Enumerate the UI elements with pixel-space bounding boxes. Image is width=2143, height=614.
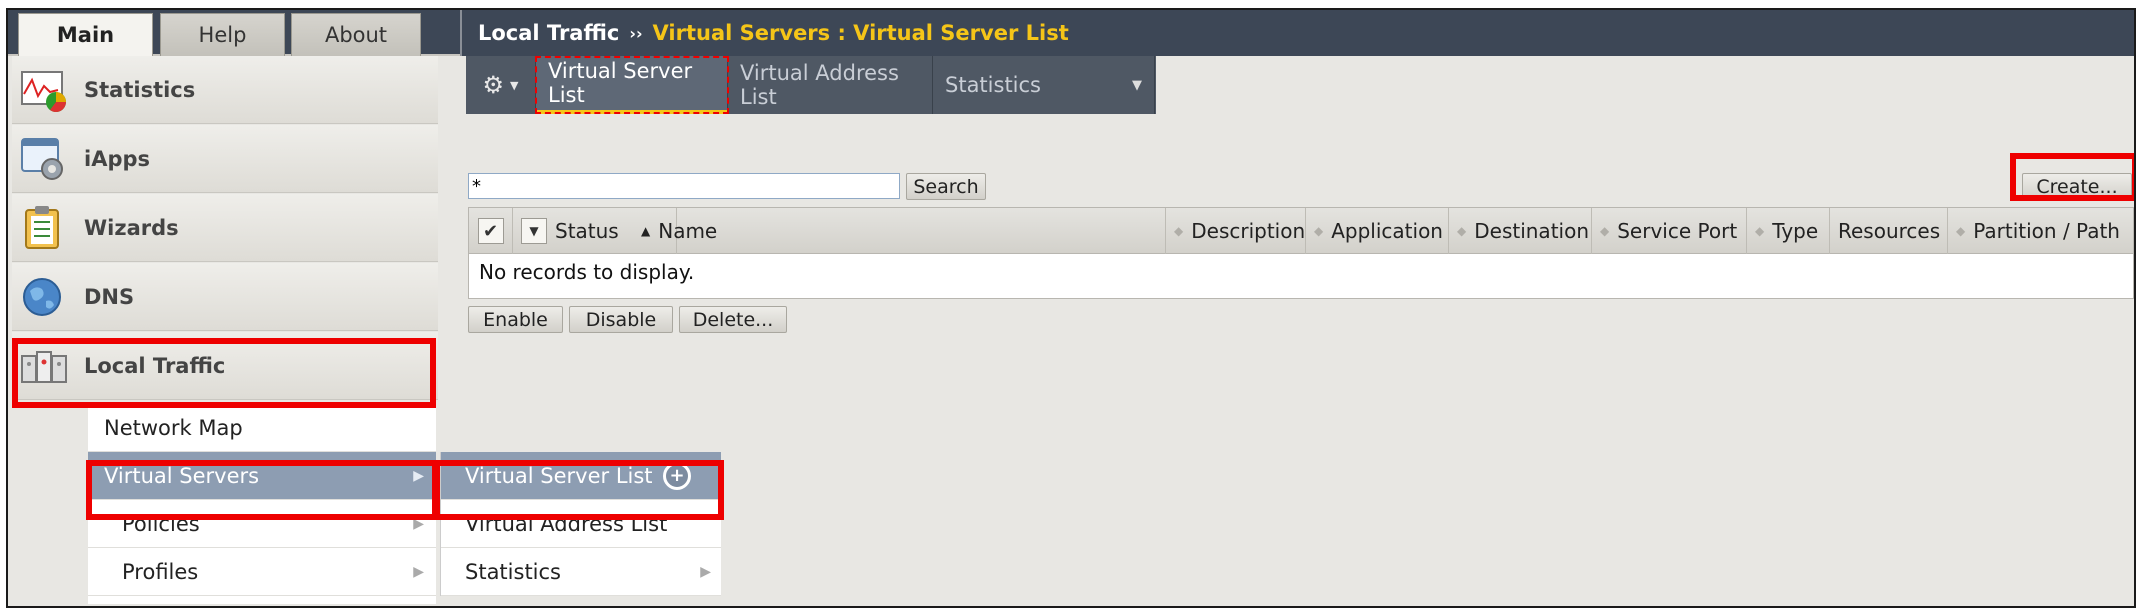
flyout-item-statistics[interactable]: Statistics ▶ (441, 548, 721, 596)
column-header-label: Name (658, 219, 718, 243)
caret-down-icon: ▼ (510, 78, 519, 92)
chevron-right-icon: ▶ (413, 563, 424, 580)
statistics-chart-icon (20, 66, 68, 114)
table-header: ✔ ▼ Status ▲ Name ◆ Description ◆ Applic… (469, 208, 2133, 254)
sort-icon: ◆ (1174, 224, 1184, 238)
submenu-label: Network Map (104, 415, 243, 440)
disable-button[interactable]: Disable (569, 306, 673, 333)
sidebar-label: Local Traffic (84, 353, 226, 378)
breadcrumb-root[interactable]: Local Traffic (478, 21, 619, 45)
chevron-right-icon: ▶ (413, 515, 424, 532)
column-header-description[interactable]: ◆ Description (1166, 208, 1306, 254)
column-header-application[interactable]: ◆ Application (1306, 208, 1449, 254)
submenu-item-virtual-servers[interactable]: Virtual Servers ▶ (88, 452, 436, 500)
create-button[interactable]: Create... (2022, 173, 2132, 200)
sort-icon: ◆ (1314, 224, 1324, 238)
empty-table-message: No records to display. (479, 260, 695, 284)
sidebar-item-local-traffic[interactable]: Local Traffic (12, 332, 438, 400)
submenu-item-network-map[interactable]: Network Map (88, 404, 436, 452)
column-header-label: Resources (1838, 219, 1941, 243)
sidebar: Statistics iApps Wizards DNS Local Traff… (8, 56, 721, 606)
virtual-servers-flyout: Virtual Server List + Virtual Address Li… (440, 452, 721, 596)
flyout-label: Virtual Address List (465, 511, 668, 536)
sidebar-label: DNS (84, 284, 135, 309)
subnav-tab-label: Virtual Address List (740, 61, 899, 109)
chevron-right-icon: ▶ (413, 467, 424, 484)
dropdown-arrow-icon: ▼ (1132, 77, 1142, 93)
virtual-server-table: ✔ ▼ Status ▲ Name ◆ Description ◆ Applic… (468, 207, 2134, 299)
column-header-service-port[interactable]: ◆ Service Port (1592, 208, 1747, 254)
enable-button[interactable]: Enable (468, 306, 563, 333)
sidebar-item-statistics[interactable]: Statistics (12, 56, 438, 124)
select-all-checkbox-cell: ✔ (469, 208, 513, 254)
breadcrumb: Local Traffic ›› Virtual Servers : Virtu… (460, 10, 2134, 56)
flyout-item-virtual-server-list[interactable]: Virtual Server List + (441, 452, 721, 500)
sidebar-item-iapps[interactable]: iApps (12, 125, 438, 193)
select-all-checkbox[interactable]: ✔ (477, 218, 504, 244)
breadcrumb-current: Virtual Servers : Virtual Server List (652, 21, 1069, 45)
subnav-tab-virtual-address-list[interactable]: Virtual Address List (728, 56, 933, 114)
search-input[interactable] (468, 173, 900, 199)
local-traffic-submenu: Network Map Virtual Servers ▶ Policies ▶… (88, 404, 436, 604)
subnav-tab-label: Statistics (945, 73, 1041, 97)
flyout-label: Virtual Server List (465, 463, 653, 488)
sidebar-label: Wizards (84, 215, 179, 240)
delete-button[interactable]: Delete... (679, 306, 787, 333)
column-header-type[interactable]: ◆ Type (1747, 208, 1830, 254)
dns-globe-icon (20, 273, 68, 321)
submenu-item-policies[interactable]: Policies ▶ (88, 500, 436, 548)
sidebar-label: Statistics (84, 77, 196, 102)
column-header-label: Service Port (1617, 219, 1738, 243)
column-header-name[interactable]: ▲ Name (633, 208, 1166, 254)
column-header-label: Application (1331, 219, 1443, 243)
subnav-tab-label: Virtual Server List (548, 59, 693, 107)
wizards-clipboard-icon (20, 204, 68, 252)
column-header-label: Partition / Path (1973, 219, 2120, 243)
column-header-label: Status (555, 219, 619, 243)
tab-about[interactable]: About (291, 13, 421, 56)
column-header-label: Type (1772, 219, 1819, 243)
gear-icon: ⚙ (482, 71, 505, 99)
breadcrumb-separator: ›› (629, 23, 643, 43)
sort-icon: ◆ (1755, 224, 1765, 238)
sidebar-item-dns[interactable]: DNS (12, 263, 438, 331)
gear-menu-button[interactable]: ⚙ ▼ (466, 56, 536, 114)
chevron-right-icon: ▶ (700, 563, 711, 580)
flyout-item-virtual-address-list[interactable]: Virtual Address List (441, 500, 721, 548)
submenu-label: Virtual Servers (104, 463, 260, 488)
submenu-label: Profiles (122, 559, 199, 584)
app-frame: Main Help About Statistics iApps Wizards… (6, 8, 2136, 608)
tab-help[interactable]: Help (160, 13, 285, 56)
subnav-bar: ⚙ ▼ Virtual Server List Virtual Address L… (466, 56, 1156, 114)
sort-icon: ◆ (1457, 224, 1467, 238)
column-header-label: Destination (1474, 219, 1589, 243)
column-header-label: Description (1191, 219, 1306, 243)
local-traffic-servers-icon (20, 342, 68, 390)
subnav-tab-statistics[interactable]: Statistics ▼ (933, 56, 1155, 114)
column-header-partition-path[interactable]: ◆ Partition / Path (1948, 208, 2134, 254)
add-circle-icon[interactable]: + (663, 462, 691, 490)
tab-main[interactable]: Main (18, 13, 153, 56)
submenu-label: Policies (122, 511, 200, 536)
flyout-label: Statistics (465, 559, 561, 584)
sort-icon: ◆ (1600, 224, 1610, 238)
top-tab-bar: Main Help About (8, 10, 460, 56)
sort-icon: ◆ (1956, 224, 1966, 238)
column-header-resources: Resources (1830, 208, 1948, 254)
search-button[interactable]: Search (906, 173, 986, 200)
subnav-tab-virtual-server-list[interactable]: Virtual Server List (536, 56, 728, 114)
column-header-destination[interactable]: ◆ Destination (1449, 208, 1592, 254)
status-filter-dropdown-icon[interactable]: ▼ (521, 218, 547, 244)
submenu-item-profiles[interactable]: Profiles ▶ (88, 548, 436, 596)
sidebar-item-wizards[interactable]: Wizards (12, 194, 438, 262)
sort-ascending-icon: ▲ (641, 224, 651, 238)
sidebar-label: iApps (84, 146, 151, 171)
iapps-gear-icon (20, 135, 68, 183)
